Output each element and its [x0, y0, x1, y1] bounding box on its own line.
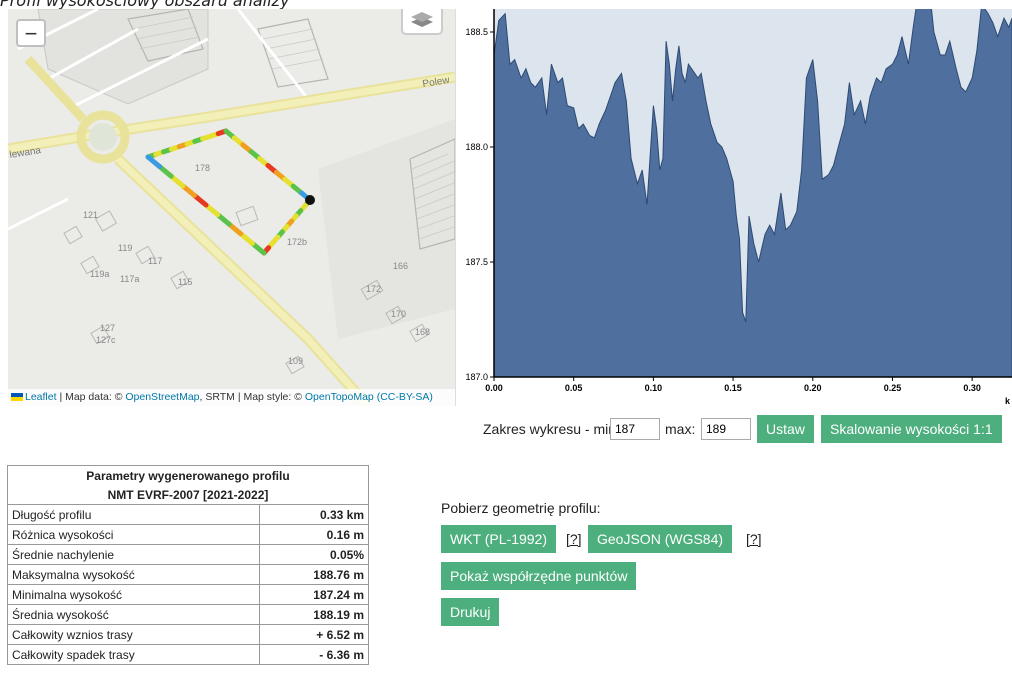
- table-row: Średnie nachylenie 0.05%: [7, 544, 369, 565]
- x-tick-label: 0.00: [485, 383, 503, 393]
- house-number: 172: [366, 284, 381, 294]
- param-value: 0.05%: [259, 544, 369, 565]
- x-axis-label: k: [1005, 396, 1011, 406]
- table-subtitle: NMT EVRF-2007 [2021-2022]: [7, 485, 369, 505]
- house-number: 178: [195, 163, 210, 173]
- house-number: 127c: [96, 335, 116, 345]
- osm-link[interactable]: OpenStreetMap: [125, 391, 199, 403]
- license-link[interactable]: (CC-BY-SA): [377, 391, 433, 403]
- house-number: 170: [391, 309, 406, 319]
- house-number: 172b: [287, 237, 307, 247]
- y-tick-label: 188.5: [465, 27, 488, 37]
- leaflet-link[interactable]: Leaflet: [25, 391, 57, 403]
- table-row: Całkowity spadek trasy - 6.36 m: [7, 644, 369, 665]
- show-points-button[interactable]: Pokaż współrzędne punktów: [441, 562, 637, 590]
- table-row: Maksymalna wysokość 188.76 m: [7, 564, 369, 585]
- param-value: 0.33 km: [259, 504, 369, 525]
- x-tick-label: 0.25: [884, 383, 902, 393]
- house-number: 109: [288, 356, 303, 366]
- range-min-label: Zakres wykresu - min:: [483, 421, 620, 437]
- house-number: 168: [415, 327, 430, 337]
- x-tick-label: 0.15: [724, 383, 742, 393]
- x-tick-label: 0.30: [963, 383, 981, 393]
- elevation-chart-svg[interactable]: 187.0 187.5 188.0 188.5 0.00 0.05 0.10 0.15 0.20…: [458, 0, 1012, 406]
- house-number: 117: [148, 256, 162, 266]
- layers-button[interactable]: [401, 9, 443, 35]
- param-label: Całkowity spadek trasy: [7, 644, 260, 665]
- y-tick-label: 187.5: [465, 257, 488, 267]
- house-number: 127: [100, 323, 115, 333]
- attribution-text: | Map data: ©: [56, 391, 126, 403]
- wkt-help-link[interactable]: [?]: [566, 531, 582, 547]
- house-number: 121: [83, 210, 98, 220]
- house-number: 119: [118, 243, 132, 253]
- map-attribution: Leaflet | Map data: © OpenStreetMap, SRT…: [8, 389, 455, 406]
- ukraine-flag-icon: [11, 393, 23, 402]
- param-value: 188.76 m: [259, 564, 369, 585]
- range-min-input[interactable]: [610, 418, 660, 440]
- scale-height-button[interactable]: Skalowanie wysokości 1:1: [821, 415, 1002, 443]
- y-tick-label: 188.0: [465, 142, 488, 152]
- table-row: Różnica wysokości 0.16 m: [7, 524, 369, 545]
- x-tick-label: 0.05: [565, 383, 583, 393]
- house-number: 117a: [120, 274, 139, 284]
- table-row: Długość profilu 0.33 km: [7, 504, 369, 525]
- zoom-out-button[interactable]: −: [16, 19, 46, 47]
- table-title: Parametry wygenerowanego profilu: [7, 465, 369, 485]
- param-value: 188.19 m: [259, 604, 369, 625]
- map-panel[interactable]: Polew lewana 178 172b 121 119 117 115 11…: [8, 9, 456, 406]
- house-number: 115: [178, 277, 192, 287]
- map-canvas[interactable]: Polew lewana 178 172b 121 119 117 115 11…: [8, 9, 455, 406]
- range-max-label: max:: [665, 421, 696, 437]
- print-button[interactable]: Drukuj: [441, 598, 500, 626]
- wkt-export-button[interactable]: WKT (PL-1992): [441, 525, 556, 553]
- param-label: Długość profilu: [7, 504, 260, 525]
- table-row: Całkowity wznios trasy + 6.52 m: [7, 624, 369, 645]
- param-value: 0.16 m: [259, 524, 369, 545]
- table-row: Średnia wysokość 188.19 m: [7, 604, 369, 625]
- elevation-chart[interactable]: 187.0 187.5 188.0 188.5 0.00 0.05 0.10 0.15 0.20…: [458, 0, 1012, 406]
- profile-parameters-table: Parametry wygenerowanego profilu NMT EVR…: [7, 465, 369, 665]
- geojson-export-button[interactable]: GeoJSON (WGS84): [588, 525, 733, 553]
- table-row: Minimalna wysokość 187.24 m: [7, 584, 369, 605]
- param-value: - 6.36 m: [259, 644, 369, 665]
- export-title: Pobierz geometrię profilu:: [441, 500, 601, 516]
- param-label: Minimalna wysokość: [7, 584, 260, 605]
- param-value: 187.24 m: [259, 584, 369, 605]
- param-label: Różnica wysokości: [7, 524, 260, 545]
- house-number: 119a: [90, 269, 109, 279]
- param-label: Maksymalna wysokość: [7, 564, 260, 585]
- y-tick-label: 187.0: [465, 372, 488, 382]
- set-range-button[interactable]: Ustaw: [757, 415, 814, 443]
- range-max-input[interactable]: [701, 418, 751, 440]
- param-label: Średnia wysokość: [7, 604, 260, 625]
- route-end-marker[interactable]: [305, 195, 315, 205]
- house-number: 166: [393, 261, 408, 271]
- x-tick-label: 0.10: [645, 383, 663, 393]
- x-tick-label: 0.20: [804, 383, 822, 393]
- opentopomap-link[interactable]: OpenTopoMap: [305, 391, 374, 403]
- attribution-text: , SRTM | Map style: ©: [199, 391, 305, 403]
- param-label: Całkowity wznios trasy: [7, 624, 260, 645]
- param-value: + 6.52 m: [259, 624, 369, 645]
- param-label: Średnie nachylenie: [7, 544, 260, 565]
- geojson-help-link[interactable]: [?]: [746, 531, 762, 547]
- layers-icon: [411, 12, 433, 27]
